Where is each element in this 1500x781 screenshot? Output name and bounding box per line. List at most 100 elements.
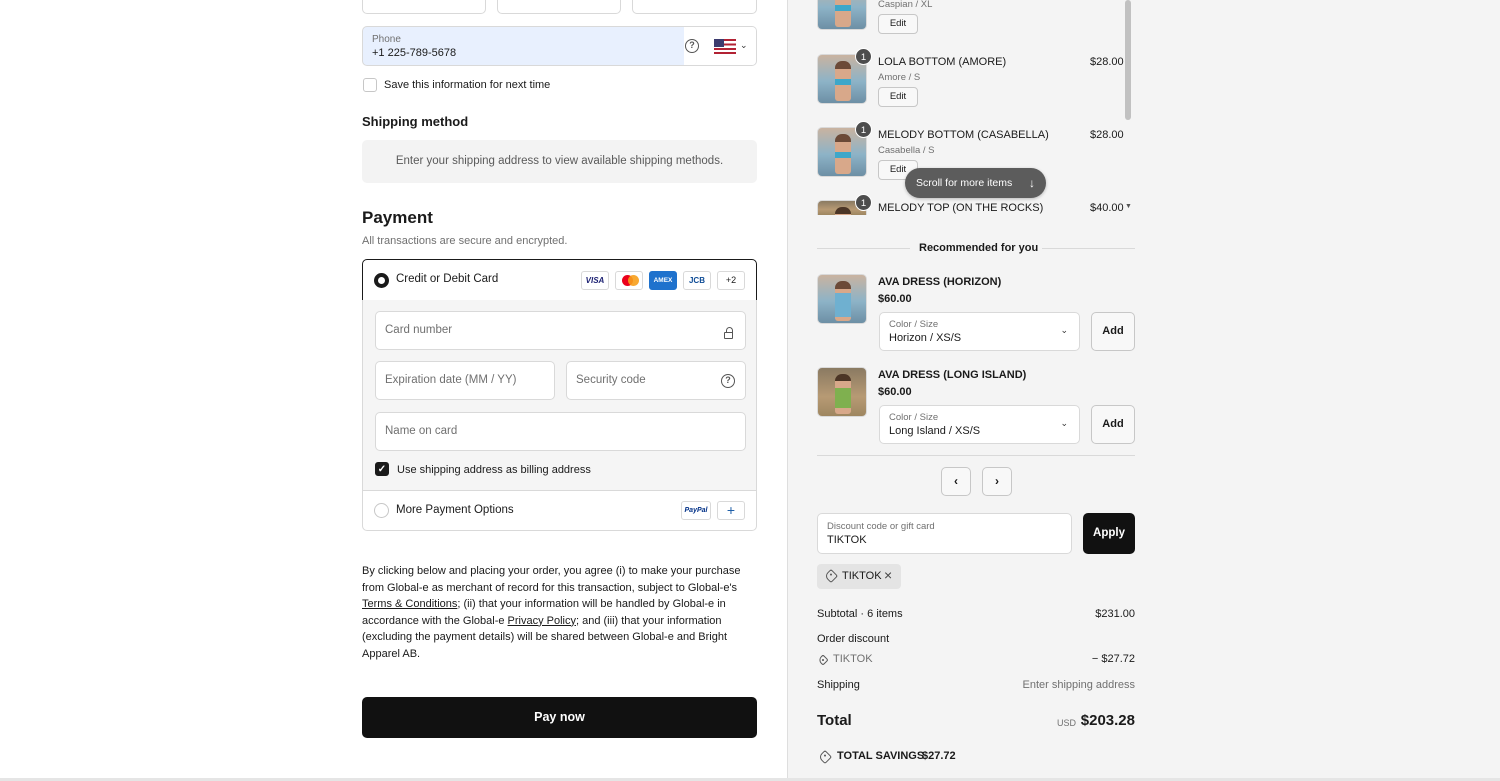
mastercard-icon: [615, 271, 643, 290]
chevron-down-icon[interactable]: ⌄: [740, 40, 748, 51]
applied-code-label: TIKTOK: [842, 570, 882, 582]
legal-text: By clicking below and placing your order…: [362, 563, 757, 662]
item-price: $40.00: [1090, 202, 1124, 214]
phone-input[interactable]: +1 225-789-5678: [372, 47, 456, 59]
total-savings-value: $27.72: [922, 750, 956, 762]
scroll-hint-label: Scroll for more items: [916, 177, 1013, 189]
visa-icon: VISA: [581, 271, 609, 290]
card-details-panel: Card number Expiration date (MM / YY) Se…: [362, 300, 757, 491]
cart-scrollbar[interactable]: [1125, 0, 1131, 120]
shipping-methods-placeholder: Enter your shipping address to view avai…: [362, 140, 757, 183]
chevron-down-icon: ⌄: [1060, 418, 1068, 428]
order-discount-label: Order discount: [817, 633, 890, 645]
chevron-down-icon: ⌄: [1060, 325, 1068, 335]
credit-card-radio[interactable]: [374, 273, 389, 288]
item-price: $28.00: [1090, 56, 1124, 68]
total-savings-label: TOTAL SAVINGS: [837, 750, 925, 762]
select-value: Horizon / XS/S: [889, 332, 962, 344]
help-icon[interactable]: ?: [685, 39, 699, 53]
amex-icon: AMEX: [649, 271, 677, 290]
divider: [817, 248, 910, 249]
more-payment-radio[interactable]: [374, 503, 389, 518]
us-flag-icon[interactable]: [714, 39, 736, 54]
subtotal-label: Subtotal · 6 items: [817, 608, 903, 620]
previous-recommendation-button[interactable]: ‹: [941, 467, 971, 496]
color-size-select[interactable]: Color / Size Horizon / XS/S ⌄: [879, 312, 1080, 351]
checkout-form-panel: Phone +1 225-789-5678 ? ⌄ Save this info…: [0, 0, 787, 781]
edit-item-button[interactable]: Edit: [878, 14, 918, 34]
pay-now-button[interactable]: Pay now: [362, 697, 757, 738]
terms-link[interactable]: Terms & Conditions: [362, 598, 457, 610]
apply-button[interactable]: Apply: [1083, 513, 1135, 554]
recommended-item-price: $60.00: [878, 386, 912, 398]
add-button[interactable]: Add: [1091, 312, 1135, 351]
recommended-thumbnail[interactable]: [817, 274, 867, 324]
shipping-value: Enter shipping address: [1022, 679, 1135, 691]
recommended-heading: Recommended for you: [919, 242, 1039, 254]
remove-code-icon[interactable]: ×: [884, 567, 892, 583]
more-brands-badge: +2: [717, 271, 745, 290]
select-label: Color / Size: [889, 412, 939, 423]
total-label: Total: [817, 712, 852, 729]
discount-label: Discount code or gift card: [827, 521, 935, 532]
color-size-select[interactable]: Color / Size Long Island / XS/S ⌄: [879, 405, 1080, 444]
item-variant: Amore / S: [878, 72, 921, 83]
billing-same-checkbox[interactable]: ✓: [375, 462, 389, 476]
more-payment-label: More Payment Options: [396, 504, 514, 516]
select-value: Long Island / XS/S: [889, 425, 981, 437]
scroll-down-arrow-icon[interactable]: ▼: [1125, 203, 1132, 210]
discount-value: − $27.72: [1091, 653, 1135, 665]
currency-label: USD: [1056, 718, 1076, 728]
select-label: Color / Size: [889, 319, 939, 330]
expiry-field[interactable]: Expiration date (MM / YY): [375, 361, 555, 400]
tag-icon: [823, 568, 839, 584]
add-button[interactable]: Add: [1091, 405, 1135, 444]
security-code-field[interactable]: Security code: [566, 361, 746, 400]
payment-subheading: All transactions are secure and encrypte…: [362, 235, 568, 247]
security-code-help-icon[interactable]: ?: [721, 374, 735, 388]
more-payment-options[interactable]: More Payment Options PayPal +: [362, 490, 757, 531]
divider: [1042, 248, 1135, 249]
discount-code-label: TIKTOK: [833, 653, 873, 665]
edit-item-button[interactable]: Edit: [878, 87, 918, 107]
scroll-for-more-button[interactable]: Scroll for more items ↓: [905, 168, 1046, 198]
total-value: $203.28: [1080, 712, 1135, 729]
zip-field[interactable]: [632, 0, 757, 14]
save-info-checkbox[interactable]: [363, 78, 377, 92]
discount-input[interactable]: TIKTOK: [827, 534, 867, 546]
item-thumbnail: [817, 0, 867, 30]
recommended-item-name: AVA DRESS (HORIZON): [878, 276, 1002, 288]
paypal-icon: PayPal: [681, 501, 711, 520]
arrow-down-icon: ↓: [1029, 176, 1035, 190]
recommended-thumbnail[interactable]: [817, 367, 867, 417]
item-price: $28.00: [1090, 129, 1124, 141]
next-recommendation-button[interactable]: ›: [982, 467, 1012, 496]
recommended-item-price: $60.00: [878, 293, 912, 305]
privacy-link[interactable]: Privacy Policy: [508, 615, 576, 627]
phone-label: Phone: [372, 34, 401, 45]
applied-discount-chip: TIKTOK ×: [817, 564, 901, 589]
item-name: MELODY BOTTOM (CASABELLA): [878, 129, 1049, 141]
shipping-label: Shipping: [817, 679, 860, 691]
payment-heading: Payment: [362, 208, 433, 227]
shipping-method-heading: Shipping method: [362, 114, 469, 129]
item-name: MELODY TOP (ON THE ROCKS): [878, 202, 1044, 214]
quantity-badge: 1: [855, 48, 872, 65]
divider: [817, 455, 1135, 456]
item-variant: Casabella / S: [878, 145, 935, 156]
quantity-badge: 1: [855, 194, 872, 211]
recommended-item-name: AVA DRESS (LONG ISLAND): [878, 369, 1027, 381]
city-field[interactable]: [362, 0, 486, 14]
plus-icon[interactable]: +: [717, 501, 745, 520]
quantity-badge: 1: [855, 121, 872, 138]
discount-code-field[interactable]: Discount code or gift card TIKTOK: [817, 513, 1072, 554]
billing-same-label: Use shipping address as billing address: [397, 464, 591, 476]
legal-part-1: By clicking below and placing your order…: [362, 565, 741, 594]
phone-field[interactable]: Phone +1 225-789-5678 ? ⌄: [362, 26, 757, 66]
name-on-card-field[interactable]: Name on card: [375, 412, 746, 451]
credit-card-option[interactable]: Credit or Debit Card VISA AMEX JCB +2: [362, 259, 757, 301]
state-field[interactable]: [497, 0, 621, 14]
card-number-field[interactable]: Card number: [375, 311, 746, 350]
subtotal-value: $231.00: [1095, 608, 1135, 620]
address-fields-row: [362, 0, 757, 14]
